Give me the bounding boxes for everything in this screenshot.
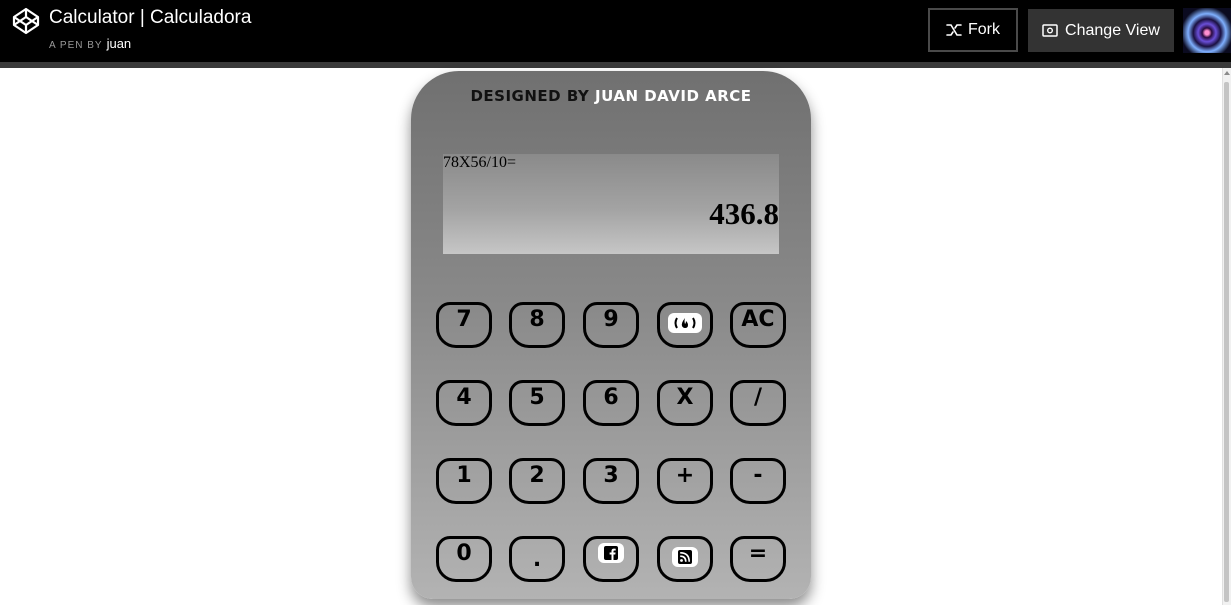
key-add[interactable]: + — [657, 458, 713, 504]
key-equals[interactable]: = — [730, 536, 786, 582]
change-view-label: Change View — [1065, 21, 1160, 39]
author-link[interactable]: juan — [107, 36, 132, 51]
key-6[interactable]: 6 — [583, 380, 639, 426]
key-9[interactable]: 9 — [583, 302, 639, 348]
key-clear-all[interactable]: AC — [730, 302, 786, 348]
scrollbar-thumb[interactable] — [1224, 82, 1229, 602]
view-icon — [1042, 24, 1058, 37]
key-divide[interactable]: / — [730, 380, 786, 426]
key-decimal[interactable]: . — [509, 536, 565, 582]
calculator: Designed by Juan David Arce 78X56/10= 43… — [411, 71, 811, 599]
fork-button[interactable]: Fork — [928, 8, 1018, 52]
key-1[interactable]: 1 — [436, 458, 492, 504]
fork-icon — [946, 24, 962, 36]
key-multiply[interactable]: X — [657, 380, 713, 426]
byline-prefix: A PEN BY — [49, 40, 103, 51]
freecodecamp-icon — [668, 313, 702, 333]
designer-credit: Designed by Juan David Arce — [411, 87, 811, 105]
header-divider — [0, 62, 1231, 68]
scroll-up-arrow-icon[interactable] — [1224, 71, 1230, 75]
codepen-logo-icon[interactable] — [12, 7, 40, 35]
pen-title: Calculator | Calculadora — [49, 7, 252, 28]
key-4[interactable]: 4 — [436, 380, 492, 426]
key-subtract[interactable]: - — [730, 458, 786, 504]
key-5[interactable]: 5 — [509, 380, 565, 426]
facebook-key[interactable] — [583, 536, 639, 582]
user-avatar[interactable] — [1183, 8, 1231, 53]
pen-byline: A PEN BY juan — [49, 36, 131, 51]
designer-name: Juan David Arce — [595, 87, 752, 105]
result-display: 436.8 — [709, 196, 779, 231]
facebook-icon — [598, 543, 624, 563]
change-view-button[interactable]: Change View — [1028, 9, 1174, 52]
expression-display: 78X56/10= — [443, 154, 517, 171]
key-0[interactable]: 0 — [436, 536, 492, 582]
designed-by-label: Designed by — [470, 87, 590, 105]
calculator-display: 78X56/10= 436.8 — [443, 154, 779, 254]
rss-icon — [672, 547, 698, 567]
key-8[interactable]: 8 — [509, 302, 565, 348]
rss-key[interactable] — [657, 536, 713, 582]
key-3[interactable]: 3 — [583, 458, 639, 504]
fork-label: Fork — [968, 21, 1000, 38]
key-2[interactable]: 2 — [509, 458, 565, 504]
key-7[interactable]: 7 — [436, 302, 492, 348]
freecodecamp-key[interactable] — [657, 302, 713, 348]
pen-header: Calculator | Calculadora A PEN BY juan Fo… — [0, 0, 1231, 62]
